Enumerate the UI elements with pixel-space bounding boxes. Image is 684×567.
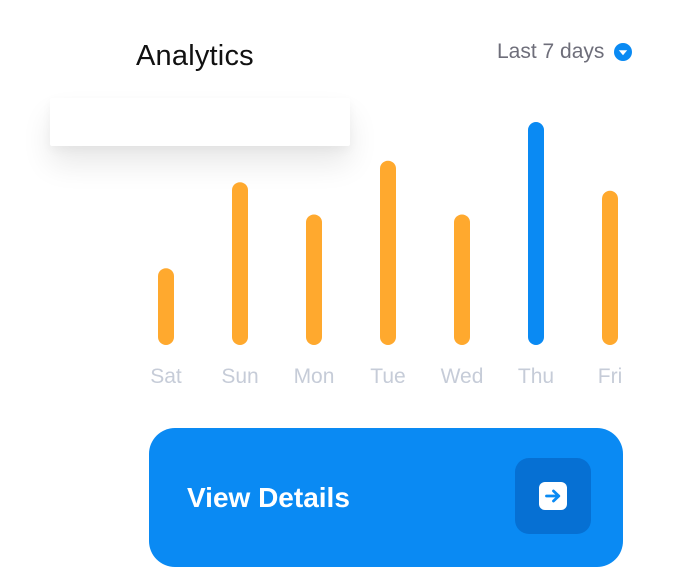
chart-bar-tue[interactable]	[380, 160, 396, 345]
x-tick-label-thu: Thu	[518, 365, 554, 388]
analytics-card: Analytics Last 7 days Sat Sun Mon Tue Wed Thu…	[0, 0, 684, 567]
chart-bar-mon[interactable]	[306, 214, 322, 345]
x-tick-label-fri: Fri	[598, 365, 623, 388]
view-details-button[interactable]: View Details	[149, 428, 623, 567]
bar-chart: Sat Sun Mon Tue Wed Thu Fri	[150, 122, 623, 388]
chart-bar-sun[interactable]	[232, 182, 248, 345]
chart-bar-sat[interactable]	[158, 268, 174, 345]
x-tick-label-sat: Sat	[150, 365, 182, 388]
x-tick-label-sun: Sun	[221, 365, 258, 388]
x-tick-label-mon: Mon	[294, 365, 335, 388]
arrow-right-square-icon	[515, 458, 591, 534]
chart-bar-wed[interactable]	[454, 214, 470, 345]
chart-bar-thu[interactable]	[528, 122, 544, 345]
x-tick-label-wed: Wed	[441, 365, 484, 388]
x-tick-label-tue: Tue	[370, 365, 405, 388]
view-details-label: View Details	[187, 482, 350, 513]
chart-bar-fri[interactable]	[602, 190, 618, 345]
